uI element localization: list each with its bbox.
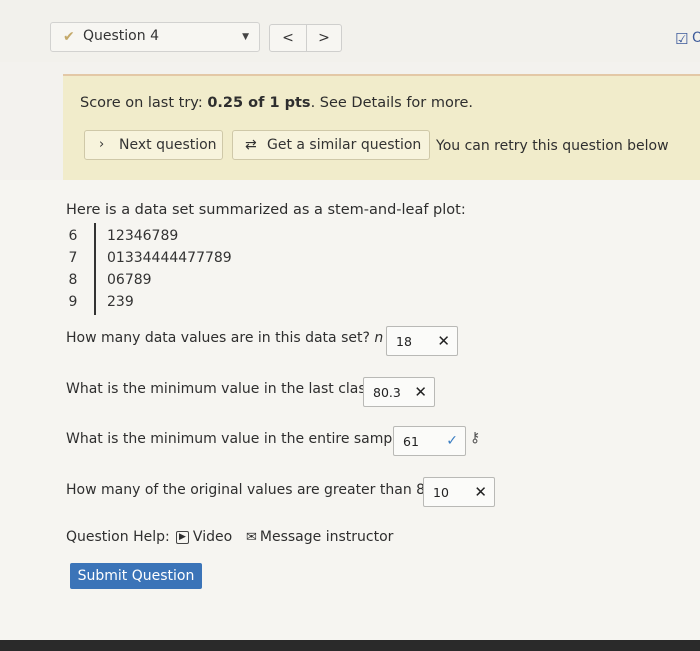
incorrect-icon: ✕ <box>414 383 427 401</box>
problem-intro: Here is a data set summarized as a stem-… <box>66 202 466 218</box>
submit-question-button[interactable]: Submit Question <box>70 563 202 589</box>
question-4: How many of the original values are grea… <box>66 482 442 498</box>
leaf-values: 239 <box>107 294 134 310</box>
top-bar: ✔ Question 4 ▼ < > ☑ O <box>0 0 700 62</box>
chevron-right-icon: › <box>99 137 105 152</box>
question-2: What is the minimum value in the last cl… <box>66 381 381 397</box>
play-icon: ▶ <box>176 531 189 544</box>
leaf-values: 01334444477789 <box>107 250 232 266</box>
next-question-label: Next question <box>119 137 217 153</box>
question-3: What is the minimum value in the entire … <box>66 431 413 447</box>
score-suffix: . See Details for more. <box>310 95 474 111</box>
stem-value: 6 <box>68 228 78 244</box>
question-label: Question 4 <box>83 28 159 44</box>
refresh-icon: ⇄ <box>245 137 257 153</box>
question-selector[interactable]: ✔ Question 4 ▼ <box>50 22 260 52</box>
answer-4-value: 10 <box>433 485 449 500</box>
next-question-arrow-button[interactable]: > <box>306 25 342 51</box>
similar-question-label: Get a similar question <box>267 137 422 153</box>
checkbox-icon[interactable]: ☑ <box>675 30 688 48</box>
key-icon[interactable]: ⚷ <box>470 430 480 446</box>
correct-icon: ✓ <box>446 433 458 449</box>
question-1-text: How many data values are in this data se… <box>66 330 370 346</box>
answer-field-2[interactable]: 80.3 ✕ <box>363 377 435 407</box>
question-content: Here is a data set summarized as a stem-… <box>0 180 700 640</box>
question-nav: < > <box>269 24 342 52</box>
chevron-down-icon: ▼ <box>242 32 249 42</box>
message-instructor-link[interactable]: ✉ Message instructor <box>246 529 393 545</box>
message-label: Message instructor <box>259 529 394 545</box>
check-pencil-icon: ✔ <box>63 29 75 45</box>
question-1: How many data values are in this data se… <box>66 330 399 346</box>
next-question-button[interactable]: › Next question <box>84 130 223 160</box>
incorrect-icon: ✕ <box>474 483 487 501</box>
similar-question-button[interactable]: ⇄ Get a similar question <box>232 130 430 160</box>
answer-1-value: 18 <box>396 334 412 349</box>
stem-value: 7 <box>68 250 78 266</box>
video-help-link[interactable]: ▶ Video <box>176 529 232 545</box>
answer-field-4[interactable]: 10 ✕ <box>423 477 495 507</box>
answer-3-value: 61 <box>403 434 419 449</box>
retry-text: You can retry this question below <box>436 138 669 154</box>
score-value: 0.25 of 1 pts <box>207 95 311 111</box>
leaf-values: 06789 <box>107 272 152 288</box>
score-banner: Score on last try: 0.25 of 1 pts. See De… <box>63 74 700 180</box>
stem-value: 9 <box>68 294 78 310</box>
envelope-icon: ✉ <box>246 530 257 545</box>
stem-leaf-divider <box>94 223 96 315</box>
leaf-values: 12346789 <box>107 228 179 244</box>
question-help-label: Question Help: <box>66 529 170 545</box>
stem-value: 8 <box>68 272 78 288</box>
answer-field-3[interactable]: 61 ✓ <box>393 426 466 456</box>
answer-field-1[interactable]: 18 ✕ <box>386 326 458 356</box>
answer-2-value: 80.3 <box>373 385 401 400</box>
previous-question-button[interactable]: < <box>270 25 307 51</box>
partial-icon: O <box>692 30 700 46</box>
incorrect-icon: ✕ <box>437 332 450 350</box>
score-text: Score on last try: 0.25 of 1 pts. See De… <box>80 95 473 111</box>
bottom-edge <box>0 640 700 651</box>
score-prefix: Score on last try: <box>80 95 208 111</box>
video-label: Video <box>192 529 233 545</box>
